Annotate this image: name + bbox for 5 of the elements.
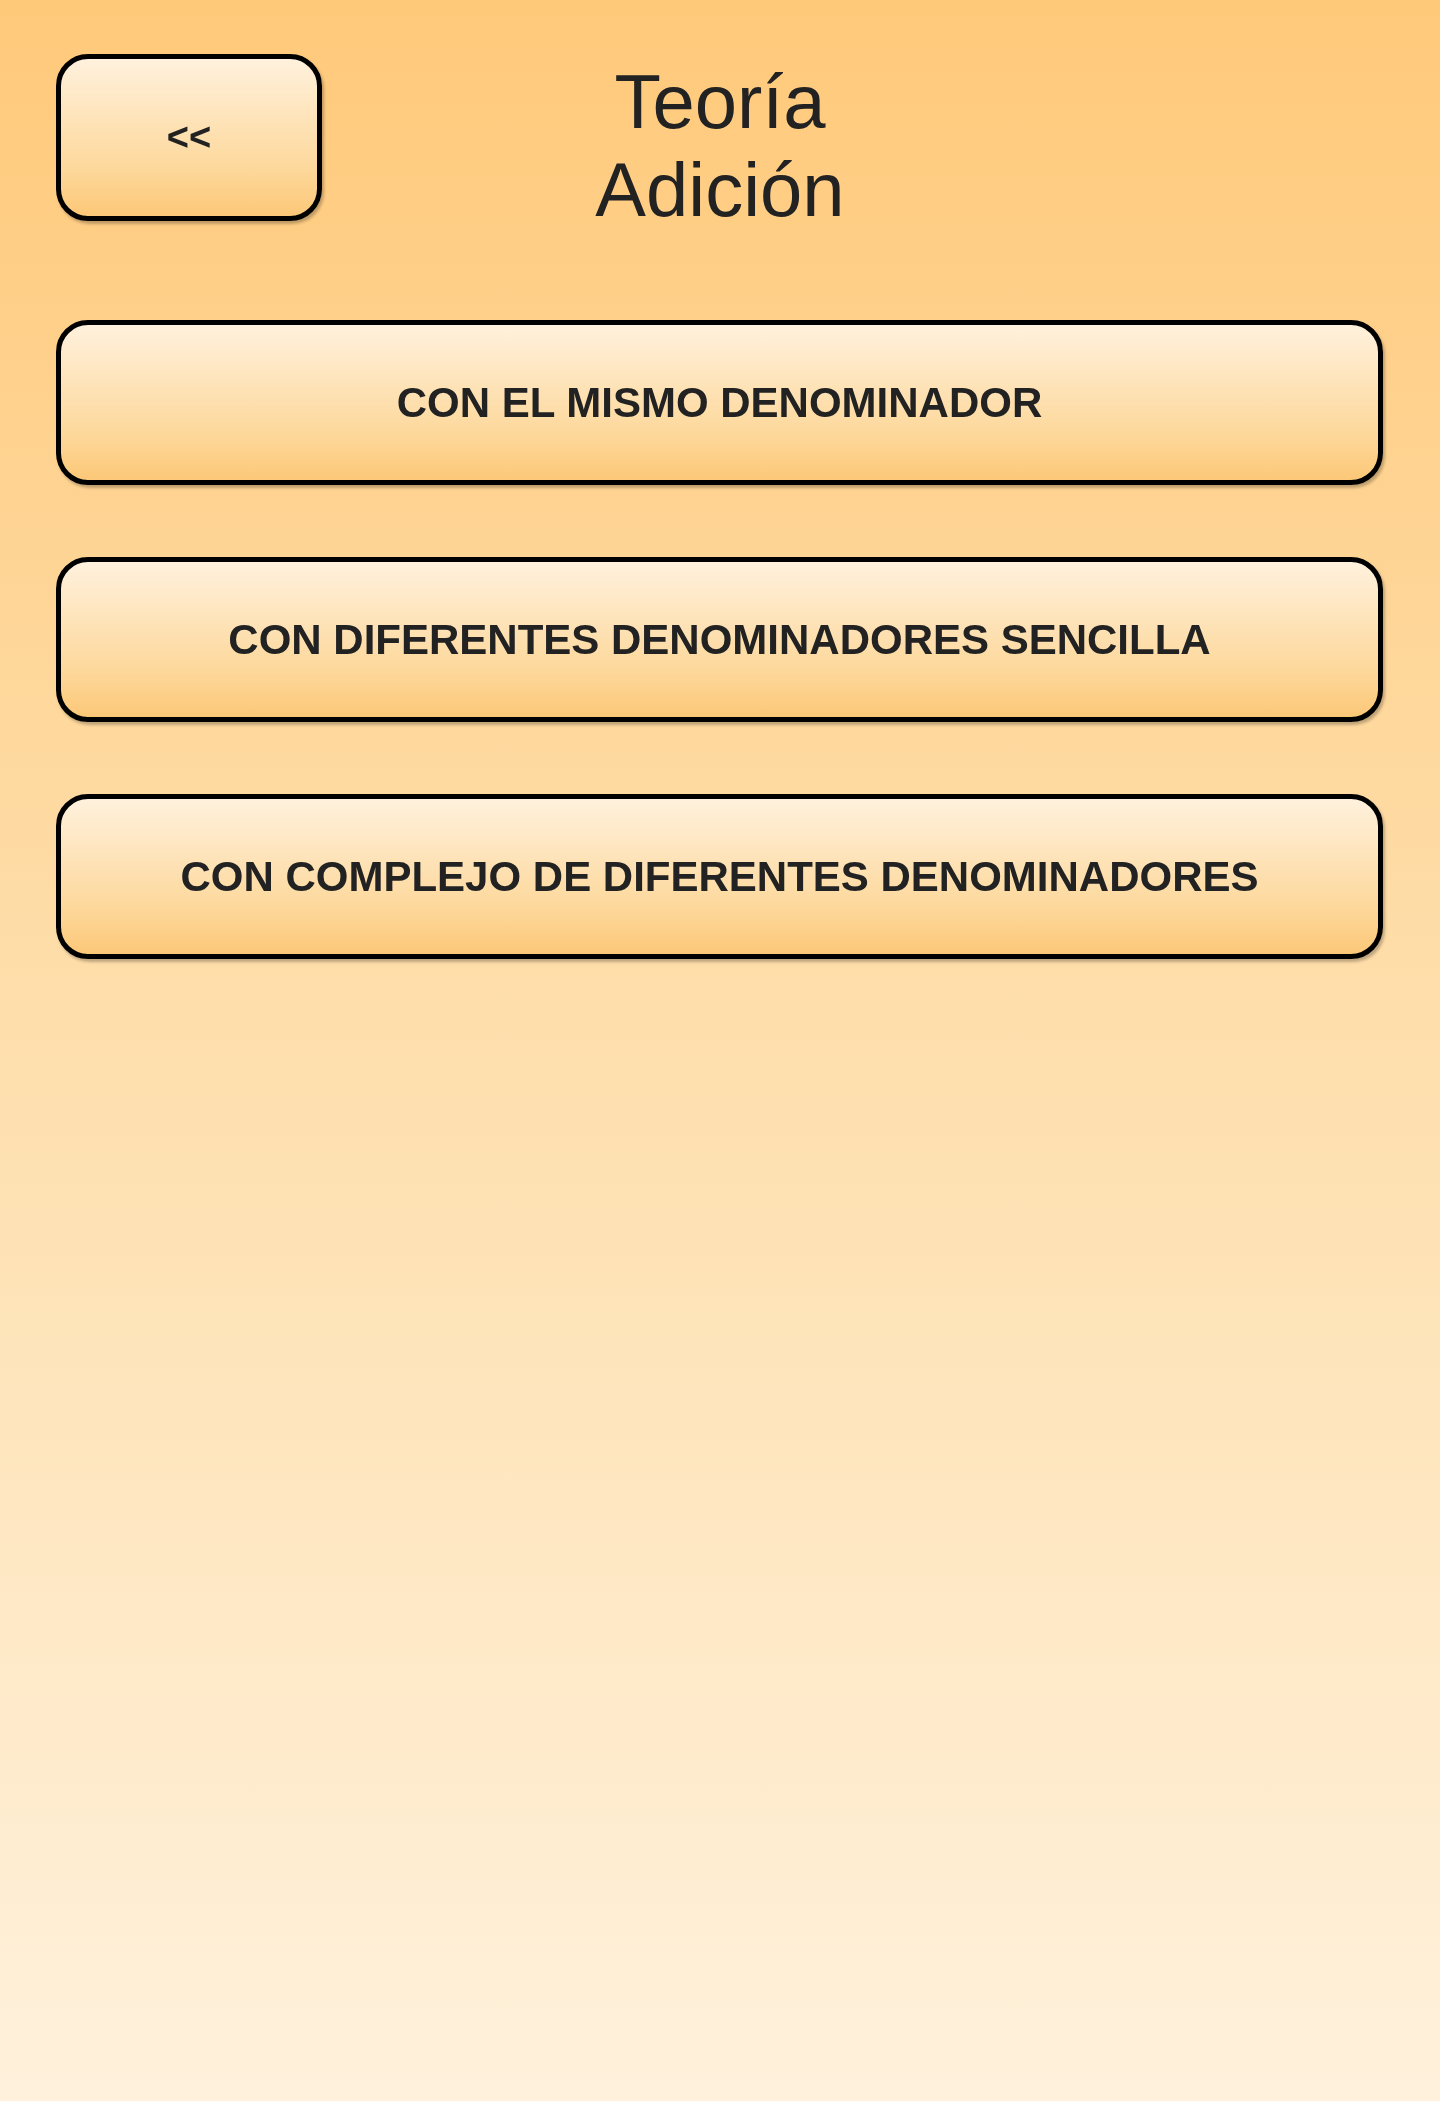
topic-button[interactable]: CON DIFERENTES DENOMINADORES SENCILLA — [56, 557, 1383, 722]
page-title: Teoría Adición — [595, 58, 845, 234]
topic-button[interactable]: CON COMPLEJO DE DIFERENTES DENOMINADORES — [56, 794, 1383, 959]
back-button[interactable]: << — [56, 54, 322, 221]
topic-button[interactable]: CON EL MISMO DENOMINADOR — [56, 320, 1383, 485]
